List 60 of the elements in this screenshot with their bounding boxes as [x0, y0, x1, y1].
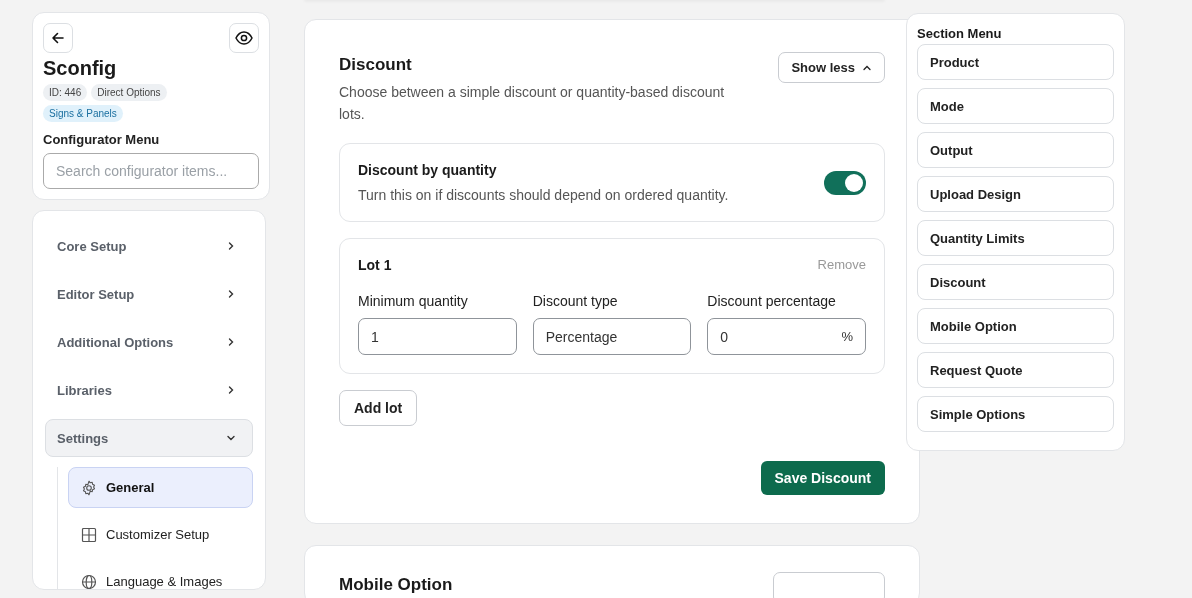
input-field[interactable]: 0 %	[707, 318, 866, 355]
chevron-icon	[226, 433, 236, 443]
save-button[interactable]: Save Discount	[760, 461, 885, 495]
preview-button[interactable]	[229, 23, 259, 53]
nav-item[interactable]: Libraries	[45, 371, 253, 409]
nav-item[interactable]: Additional Options	[45, 323, 253, 361]
toggle-switch[interactable]	[824, 170, 866, 195]
section-menu-item[interactable]: Output	[917, 132, 1114, 168]
section-menu-item[interactable]: Discount	[917, 264, 1114, 300]
show-less-button[interactable]: Show less	[778, 52, 885, 83]
globe-icon	[81, 573, 97, 589]
back-button[interactable]	[43, 23, 73, 53]
configurator-title: Sconfig	[43, 57, 118, 80]
nav-label: Libraries	[57, 382, 112, 398]
section-title: Discount	[339, 55, 413, 75]
chevron-icon	[226, 241, 236, 251]
submenu-label: General	[106, 480, 155, 495]
section-title: Mobile Option	[339, 575, 453, 595]
nav-item[interactable]: Settings	[45, 419, 253, 457]
submenu-label: Customizer Setup	[106, 527, 210, 542]
section-menu-title: Section Menu	[917, 26, 1003, 41]
input-field[interactable]: Percentage	[532, 318, 692, 355]
grid-icon	[81, 526, 97, 543]
submenu-label: Language & Images	[106, 574, 223, 589]
nav-item[interactable]: Editor Setup	[45, 275, 253, 313]
search-field[interactable]: Search configurator items...	[43, 153, 259, 189]
nav-item[interactable]: Core Setup	[45, 227, 253, 265]
section-menu-item[interactable]: Mode	[917, 88, 1114, 124]
back-arrow-icon	[51, 31, 65, 45]
tag: ID: 446	[43, 84, 88, 101]
section-menu-item[interactable]: Simple Options	[917, 396, 1114, 432]
section-description: Choose between a simple discount or quantity-based discount lots.	[339, 83, 726, 124]
menu-label: Configurator Menu	[43, 132, 161, 147]
toggle-title: Discount by quantity	[358, 162, 498, 178]
nav-label: Settings	[57, 430, 109, 446]
eye-icon	[235, 31, 253, 45]
lot-title: Lot 1	[358, 257, 392, 273]
chevron-icon	[226, 385, 236, 395]
submenu-item[interactable]: Customizer Setup	[68, 514, 253, 555]
tag: Signs & Panels	[43, 105, 123, 122]
section-menu-item[interactable]: Upload Design	[917, 176, 1114, 212]
nav-label: Additional Options	[57, 334, 174, 350]
section-menu-item[interactable]: Product	[917, 44, 1114, 80]
field-label: Minimum quantity	[358, 293, 469, 309]
nav-label: Core Setup	[57, 238, 127, 254]
input-field[interactable]: 1	[358, 318, 517, 355]
nav-label: Editor Setup	[57, 286, 135, 302]
submenu-item[interactable]: Language & Images	[68, 561, 253, 589]
gear-icon	[81, 479, 97, 496]
tag: Direct Options	[91, 84, 167, 101]
toggle-description: Turn this on if discounts should depend on ordered quantity.	[358, 187, 729, 203]
chevron-icon	[226, 289, 236, 299]
field-label: Discount percentage	[707, 293, 837, 309]
chevron-icon	[226, 337, 236, 347]
section-menu-item[interactable]: Quantity Limits	[917, 220, 1114, 256]
field-label: Discount type	[532, 293, 619, 309]
submenu-item[interactable]: General	[68, 467, 253, 508]
section-menu-item[interactable]: Mobile Option	[917, 308, 1114, 344]
add-lot-button[interactable]: Add lot	[339, 390, 418, 426]
section-menu-item[interactable]: Request Quote	[917, 352, 1114, 388]
